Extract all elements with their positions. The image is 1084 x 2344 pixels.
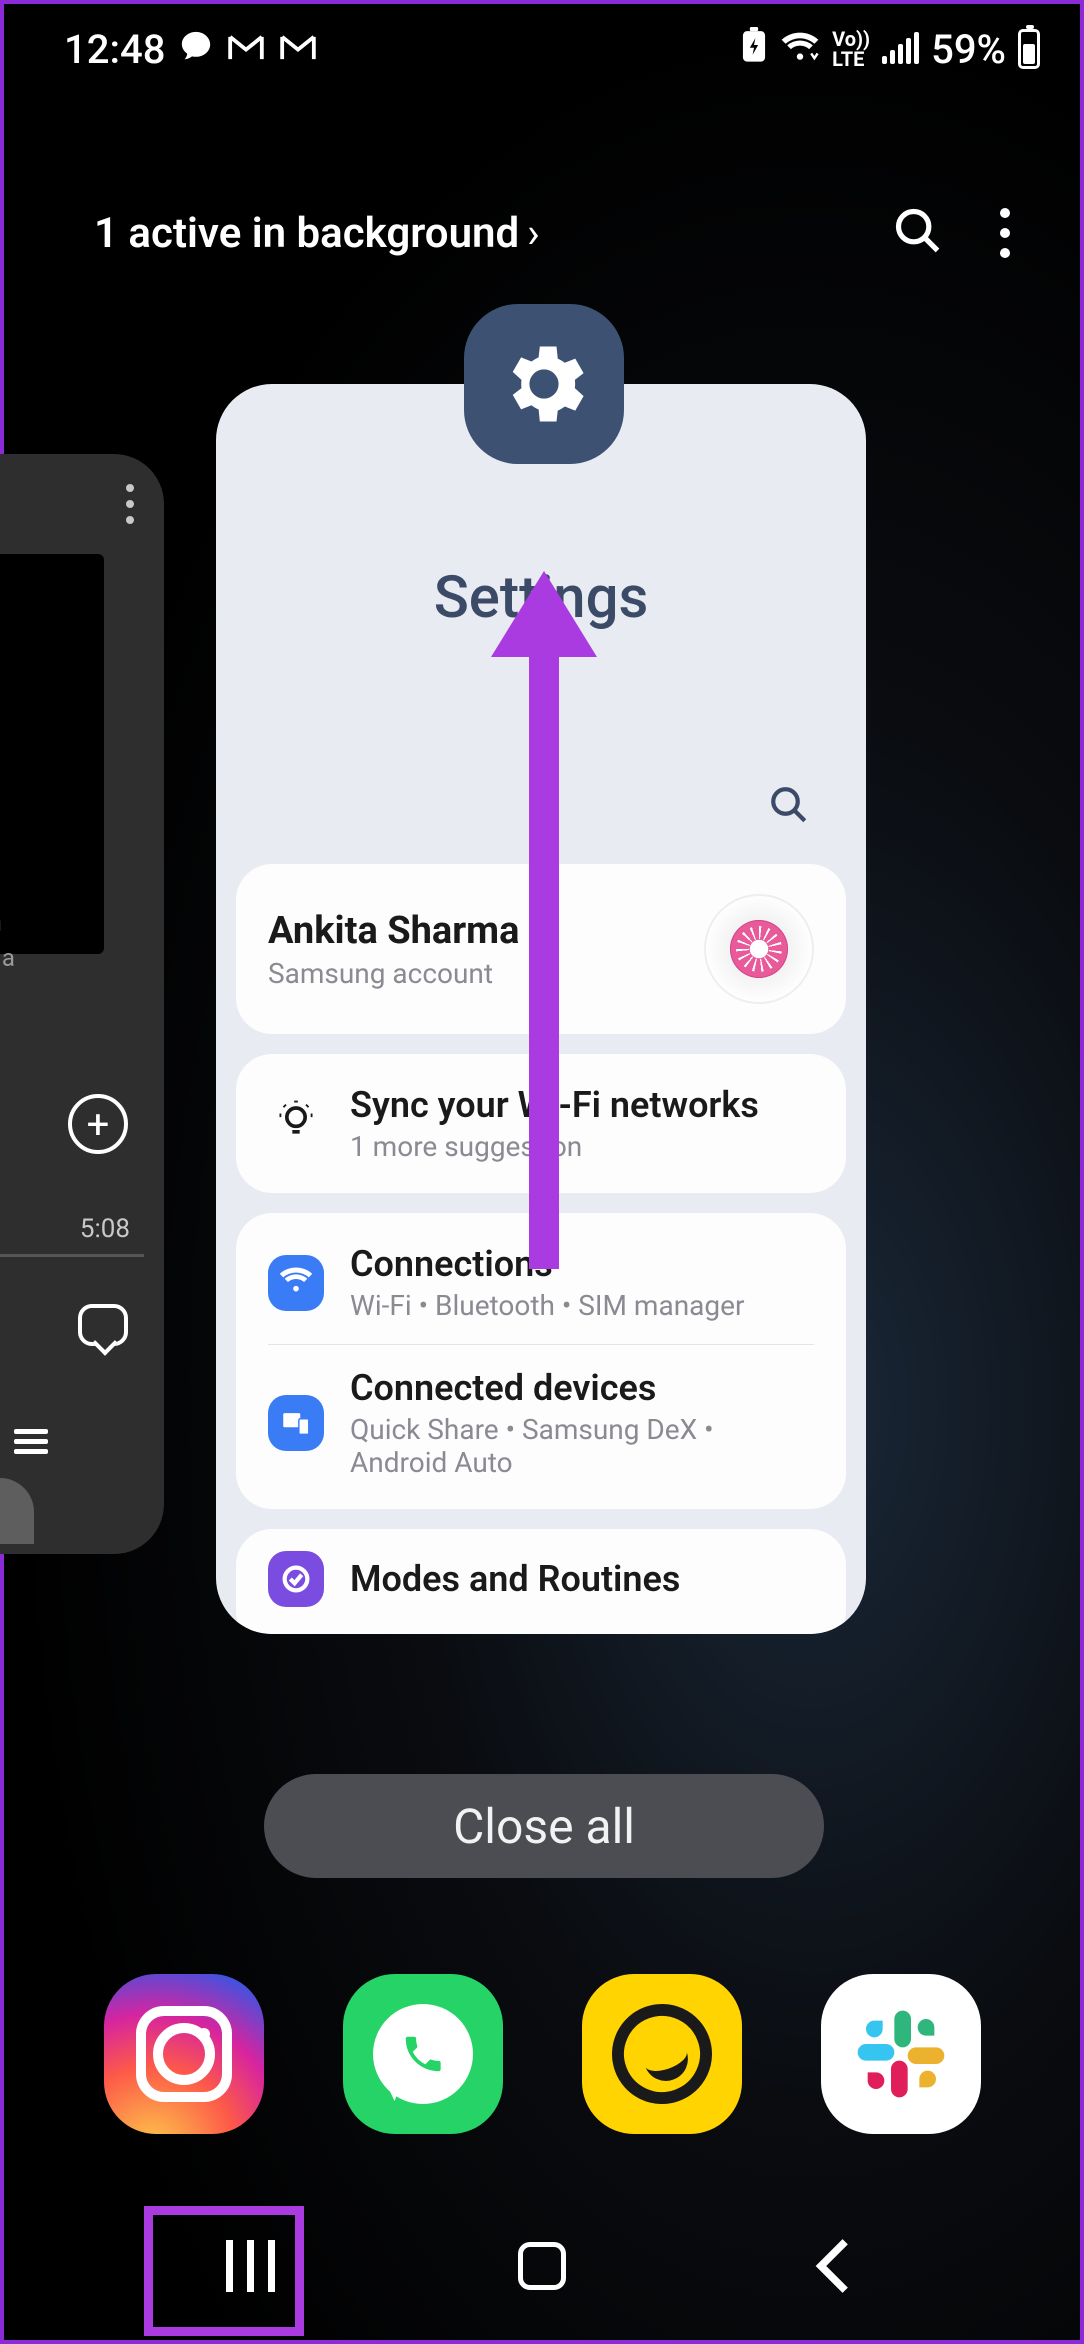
back-icon	[814, 2238, 854, 2294]
close-all-button[interactable]: Close all	[264, 1774, 824, 1878]
wifi-icon	[268, 1255, 324, 1311]
instagram-icon	[136, 2006, 232, 2102]
add-icon[interactable]: +	[68, 1094, 128, 1154]
recents-header: 1 active in background ›	[94, 204, 1020, 262]
settings-search-icon[interactable]	[768, 784, 810, 830]
lightbulb-icon	[268, 1097, 324, 1151]
nav-back-button[interactable]	[774, 2226, 894, 2306]
annotation-arrow-up	[529, 629, 559, 1269]
battery-saver-icon	[740, 26, 768, 73]
account-name: Ankita Sharma	[268, 909, 678, 953]
devices-icon	[268, 1395, 324, 1451]
track-subtitle: l hatırla	[0, 944, 15, 972]
comment-icon[interactable]	[78, 1304, 128, 1346]
gmail-icon-2	[279, 26, 317, 73]
connections-title: Connections	[350, 1243, 814, 1285]
progress-bar[interactable]	[0, 1254, 144, 1257]
dock-app-slack[interactable]	[821, 1974, 981, 2134]
account-avatar	[704, 894, 814, 1004]
recent-app-card-music[interactable]: ehan l hatırla + 5:08 H ↗	[0, 454, 164, 1554]
whatsapp-icon	[373, 2004, 473, 2104]
close-all-label: Close all	[453, 1798, 635, 1855]
chat-icon	[179, 26, 213, 73]
modes-panel[interactable]: Modes and Routines	[236, 1529, 846, 1634]
pip-button[interactable]: ↗	[0, 1478, 34, 1544]
connected-devices-title: Connected devices	[350, 1367, 814, 1409]
album-art	[0, 554, 104, 954]
battery-percentage: 59%	[931, 26, 1006, 73]
suggestion-title: Sync your Wi-Fi networks	[350, 1084, 814, 1126]
donut-icon	[730, 920, 788, 978]
dock	[4, 1974, 1080, 2134]
clock: 12:48	[64, 26, 165, 73]
annotation-highlight-box	[144, 2206, 304, 2336]
volte-indicator: Vo)) LTE	[832, 29, 870, 69]
modes-icon	[268, 1551, 324, 1607]
status-right: Vo)) LTE 59%	[740, 26, 1040, 73]
signal-icon	[882, 34, 919, 64]
wifi-icon	[780, 26, 820, 73]
dock-app-whatsapp[interactable]	[343, 1974, 503, 2134]
background-apps-label[interactable]: 1 active in background	[94, 209, 519, 258]
app-icon-settings[interactable]	[464, 304, 624, 464]
dock-app-basecamp[interactable]	[582, 1974, 742, 2134]
connections-sub: Wi-Fi • Bluetooth • SIM manager	[350, 1289, 814, 1322]
chevron-right-icon[interactable]: ›	[527, 209, 540, 258]
basecamp-icon	[597, 1990, 725, 2118]
dock-app-instagram[interactable]	[104, 1974, 264, 2134]
more-options-icon[interactable]	[126, 484, 134, 524]
status-left: 12:48	[64, 26, 317, 73]
battery-icon	[1018, 29, 1040, 69]
status-bar: 12:48 Vo)) LTE 59%	[4, 4, 1080, 94]
account-sub: Samsung account	[268, 957, 678, 990]
more-options-button[interactable]	[990, 204, 1020, 262]
suggestion-sub: 1 more suggestion	[350, 1130, 814, 1163]
track-duration: 5:08	[80, 1214, 130, 1244]
connected-devices-row[interactable]: Connected devices Quick Share • Samsung …	[268, 1344, 814, 1479]
home-icon	[518, 2242, 566, 2290]
connected-devices-sub: Quick Share • Samsung DeX • Android Auto	[350, 1413, 814, 1479]
queue-icon[interactable]	[14, 1429, 48, 1454]
track-title: ehan	[0, 904, 2, 939]
search-button[interactable]	[892, 205, 944, 261]
gmail-icon-1	[227, 26, 265, 73]
slack-icon	[851, 2004, 951, 2104]
modes-title: Modes and Routines	[350, 1558, 814, 1600]
nav-home-button[interactable]	[482, 2226, 602, 2306]
